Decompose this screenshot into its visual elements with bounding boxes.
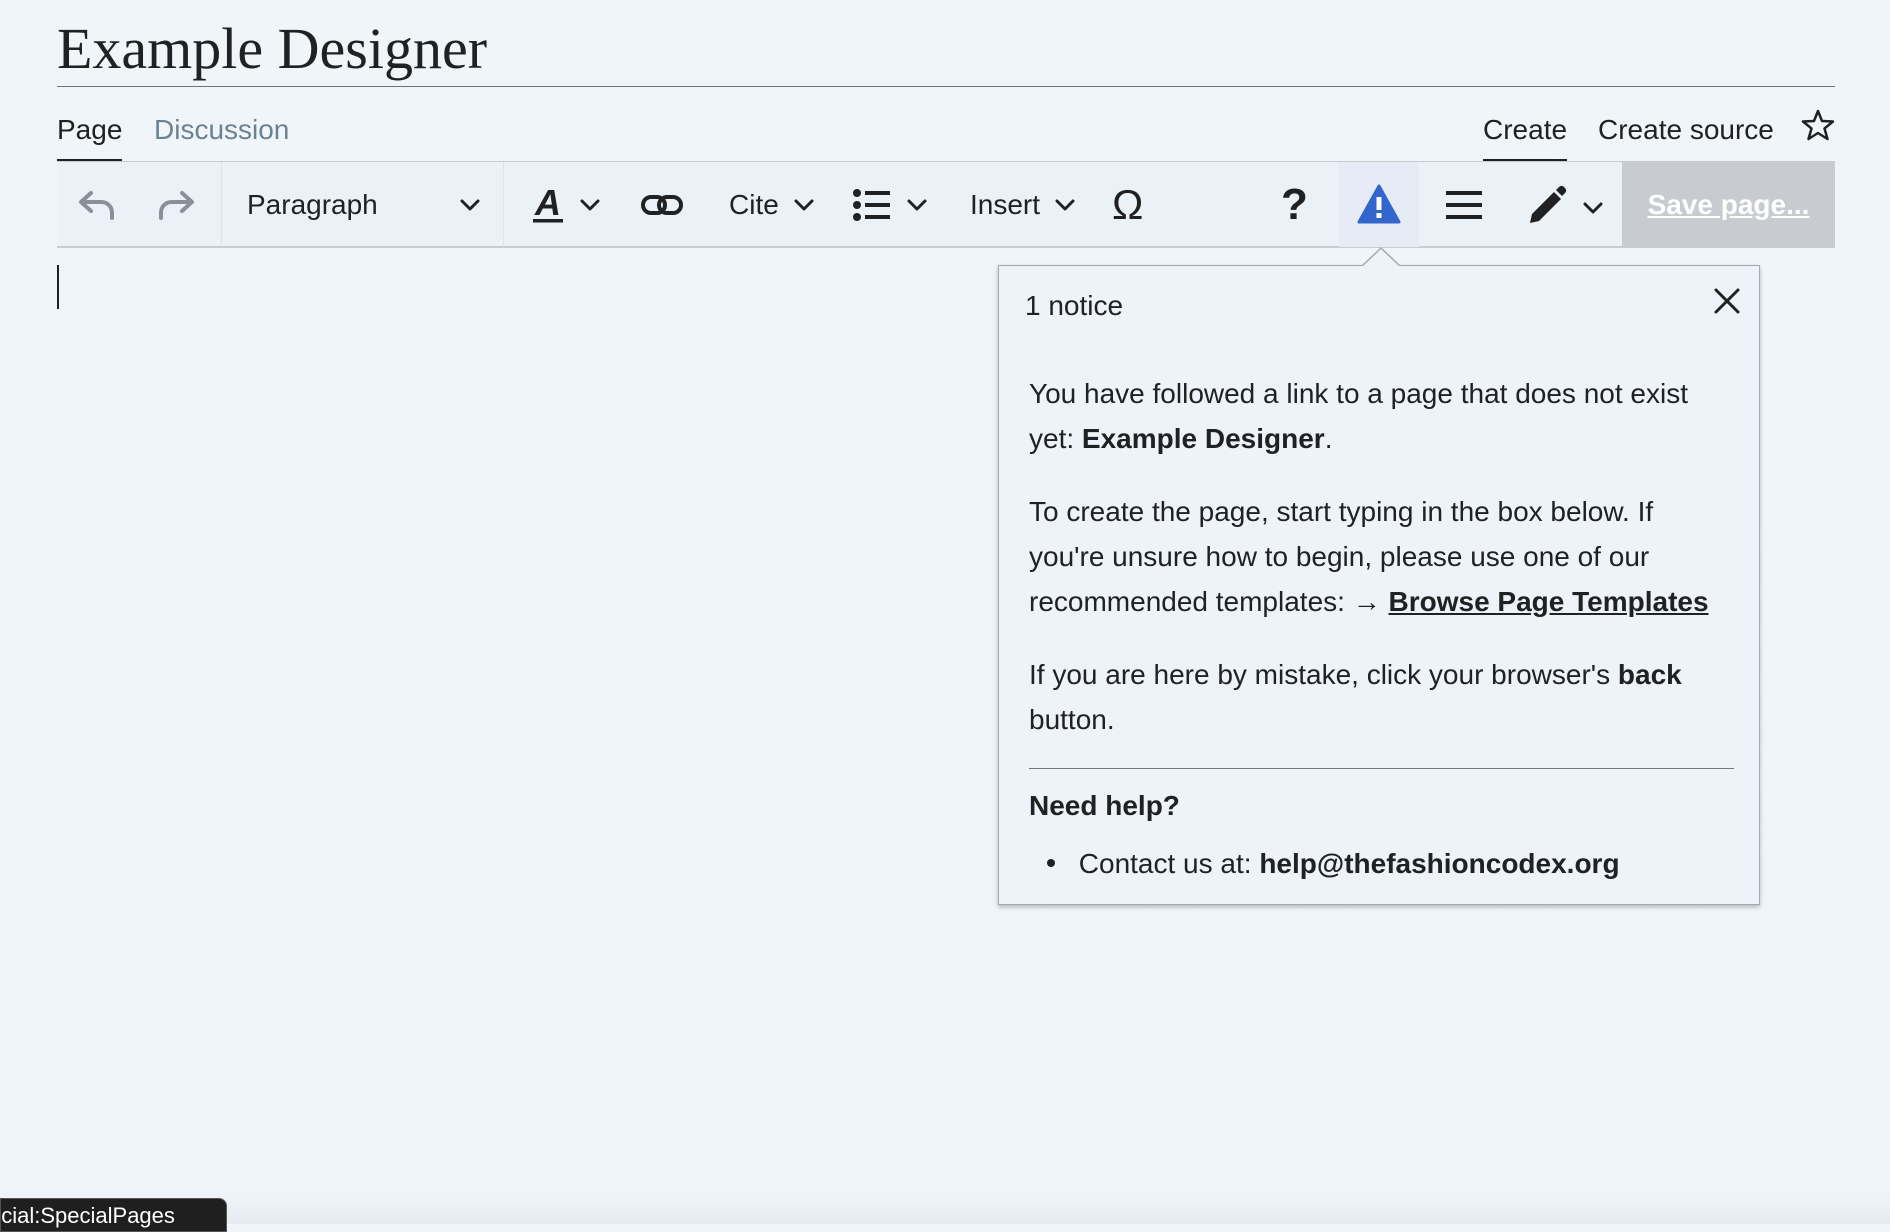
list-dropdown[interactable] bbox=[852, 162, 928, 247]
cite-dropdown[interactable]: Cite bbox=[729, 162, 815, 247]
notice-divider bbox=[1029, 768, 1734, 769]
cite-label: Cite bbox=[729, 188, 779, 220]
redo-button[interactable] bbox=[156, 162, 196, 247]
chevron-down-icon bbox=[906, 198, 928, 212]
close-icon[interactable] bbox=[1712, 286, 1742, 316]
paragraph-format-label: Paragraph bbox=[247, 188, 378, 220]
text-cursor bbox=[57, 265, 59, 309]
undo-icon bbox=[77, 188, 117, 222]
undo-button[interactable] bbox=[77, 162, 117, 247]
tab-discussion[interactable]: Discussion bbox=[154, 112, 289, 148]
text-style-dropdown[interactable]: A bbox=[531, 162, 601, 247]
redo-icon bbox=[156, 188, 196, 222]
contact-email: help@thefashioncodex.org bbox=[1259, 848, 1620, 879]
link-button[interactable] bbox=[640, 162, 684, 247]
save-page-button[interactable]: Save page... bbox=[1622, 161, 1835, 248]
chevron-down-icon bbox=[1054, 198, 1076, 212]
notice-text: button. bbox=[1029, 704, 1115, 735]
notice-paragraph-mistake: If you are here by mistake, click your b… bbox=[1029, 652, 1734, 742]
popup-pointer-fill bbox=[1362, 249, 1400, 267]
status-url-text: ecial:SpecialPages bbox=[0, 1203, 175, 1228]
tab-create[interactable]: Create bbox=[1483, 112, 1568, 163]
notice-page-name: Example Designer bbox=[1081, 423, 1325, 454]
help-button[interactable]: ? bbox=[1281, 162, 1308, 247]
list-item: Contact us at: help@thefashioncodex.org bbox=[1029, 846, 1620, 882]
chevron-down-icon bbox=[793, 198, 815, 212]
page-title: Example Designer bbox=[57, 16, 488, 81]
title-divider bbox=[57, 86, 1835, 87]
tab-create-source[interactable]: Create source bbox=[1598, 112, 1774, 148]
warning-icon bbox=[1357, 184, 1401, 229]
notice-body: You have followed a link to a page that … bbox=[1029, 371, 1734, 770]
special-characters-button[interactable]: Ω bbox=[1112, 162, 1143, 247]
watch-star-icon[interactable] bbox=[1801, 108, 1835, 142]
bulleted-list-icon bbox=[852, 187, 892, 223]
chevron-down-icon bbox=[579, 198, 601, 212]
tab-page[interactable]: Page bbox=[57, 112, 123, 163]
pencil-icon bbox=[1526, 184, 1568, 231]
chevron-down-icon bbox=[459, 198, 481, 212]
help-list: Contact us at: help@thefashioncodex.org bbox=[1029, 846, 1620, 882]
help-icon: ? bbox=[1281, 179, 1308, 229]
notice-text: If you are here by mistake, click your b… bbox=[1029, 659, 1611, 690]
text-style-icon: A bbox=[531, 185, 565, 225]
insert-label: Insert bbox=[970, 188, 1041, 220]
notice-punct: . bbox=[1324, 423, 1333, 454]
notices-popup: 1 notice You have followed a link to a p… bbox=[998, 265, 1760, 905]
notice-back-word: back bbox=[1617, 659, 1682, 690]
browse-templates-link[interactable]: Browse Page Templates bbox=[1389, 586, 1709, 617]
chevron-down-icon bbox=[1582, 201, 1604, 215]
notices-count: 1 notice bbox=[1025, 290, 1124, 321]
notice-paragraph-missing-page: You have followed a link to a page that … bbox=[1029, 371, 1734, 461]
help-heading: Need help? bbox=[1029, 790, 1180, 821]
edit-mode-dropdown[interactable] bbox=[1526, 184, 1604, 231]
bottom-shadow bbox=[0, 1196, 1890, 1224]
link-icon bbox=[640, 190, 684, 220]
status-bar-url: ecial:SpecialPages bbox=[0, 1198, 227, 1232]
insert-dropdown[interactable]: Insert bbox=[970, 162, 1076, 247]
notice-paragraph-create: To create the page, start typing in the … bbox=[1029, 489, 1734, 624]
contact-label: Contact us at: bbox=[1078, 848, 1252, 879]
paragraph-format-dropdown[interactable]: Paragraph bbox=[247, 162, 487, 247]
svg-text:A: A bbox=[534, 185, 561, 223]
hamburger-menu-icon bbox=[1444, 191, 1484, 226]
omega-icon: Ω bbox=[1112, 180, 1144, 228]
menu-button[interactable] bbox=[1444, 188, 1484, 227]
